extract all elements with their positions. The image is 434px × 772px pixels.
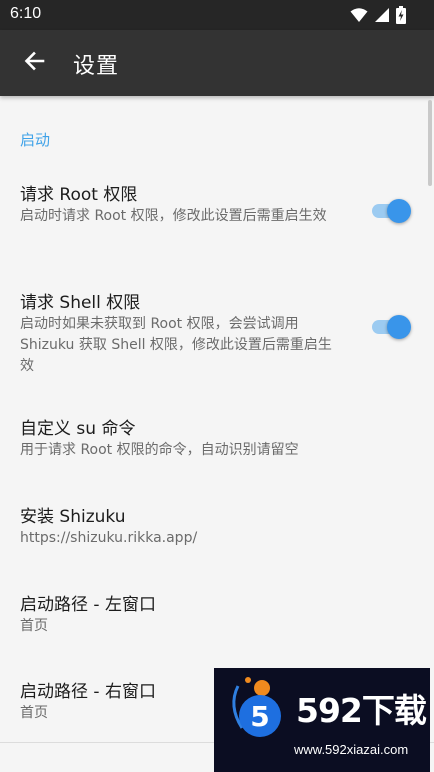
toggle-request-root[interactable]: [370, 196, 412, 226]
pref-custom-su-command[interactable]: 自定义 su 命令 用于请求 Root 权限的命令，自动识别请留空: [0, 400, 434, 476]
pref-install-shizuku[interactable]: 安装 Shizuku https://shizuku.rikka.app/: [0, 488, 434, 564]
watermark-brand: 592下载: [296, 691, 427, 730]
switch-thumb: [387, 199, 411, 223]
pref-title: 请求 Shell 权限: [20, 293, 141, 313]
watermark-url: www.592xiazai.com: [294, 742, 409, 757]
arrow-left-icon: [23, 50, 45, 76]
watermark: 5 592下载 www.592xiazai.com: [214, 668, 430, 772]
status-icons: [350, 6, 406, 24]
pref-title: 启动路径 - 右窗口: [20, 682, 156, 702]
pref-title: 安装 Shizuku: [20, 507, 126, 527]
wifi-icon: [350, 7, 368, 23]
pref-summary: 首页: [20, 618, 48, 634]
pref-summary: 用于请求 Root 权限的命令，自动识别请留空: [20, 442, 299, 458]
scrollbar[interactable]: [428, 100, 432, 186]
pref-summary: 启动时请求 Root 权限，修改此设置后需重启生效: [20, 208, 327, 224]
pref-title: 启动路径 - 左窗口: [20, 595, 156, 615]
pref-summary: 启动时如果未获取到 Root 权限，会尝试调用 Shizuku 获取 Shell…: [20, 316, 332, 374]
back-button[interactable]: [14, 43, 54, 83]
section-header-startup: 启动: [20, 131, 51, 149]
pref-launch-path-left[interactable]: 启动路径 - 左窗口 首页: [0, 576, 434, 652]
app-bar: 设置: [0, 30, 434, 96]
battery-charging-icon: [396, 6, 406, 24]
watermark-logo-digit: 5: [250, 700, 269, 733]
page-title: 设置: [73, 54, 120, 79]
toggle-request-shell[interactable]: [370, 312, 412, 342]
pref-title: 请求 Root 权限: [20, 185, 138, 205]
watermark-logo: 5: [220, 676, 292, 742]
cell-signal-icon: [374, 7, 390, 23]
switch-thumb: [387, 315, 411, 339]
status-bar: 6:10: [0, 0, 434, 30]
pref-request-root[interactable]: 请求 Root 权限 启动时请求 Root 权限，修改此设置后需重启生效: [0, 166, 434, 266]
pref-request-shell[interactable]: 请求 Shell 权限 启动时如果未获取到 Root 权限，会尝试调用 Shiz…: [0, 274, 434, 384]
status-time: 6:10: [10, 5, 42, 22]
pref-title: 自定义 su 命令: [20, 419, 136, 439]
pref-summary: https://shizuku.rikka.app/: [20, 530, 198, 546]
